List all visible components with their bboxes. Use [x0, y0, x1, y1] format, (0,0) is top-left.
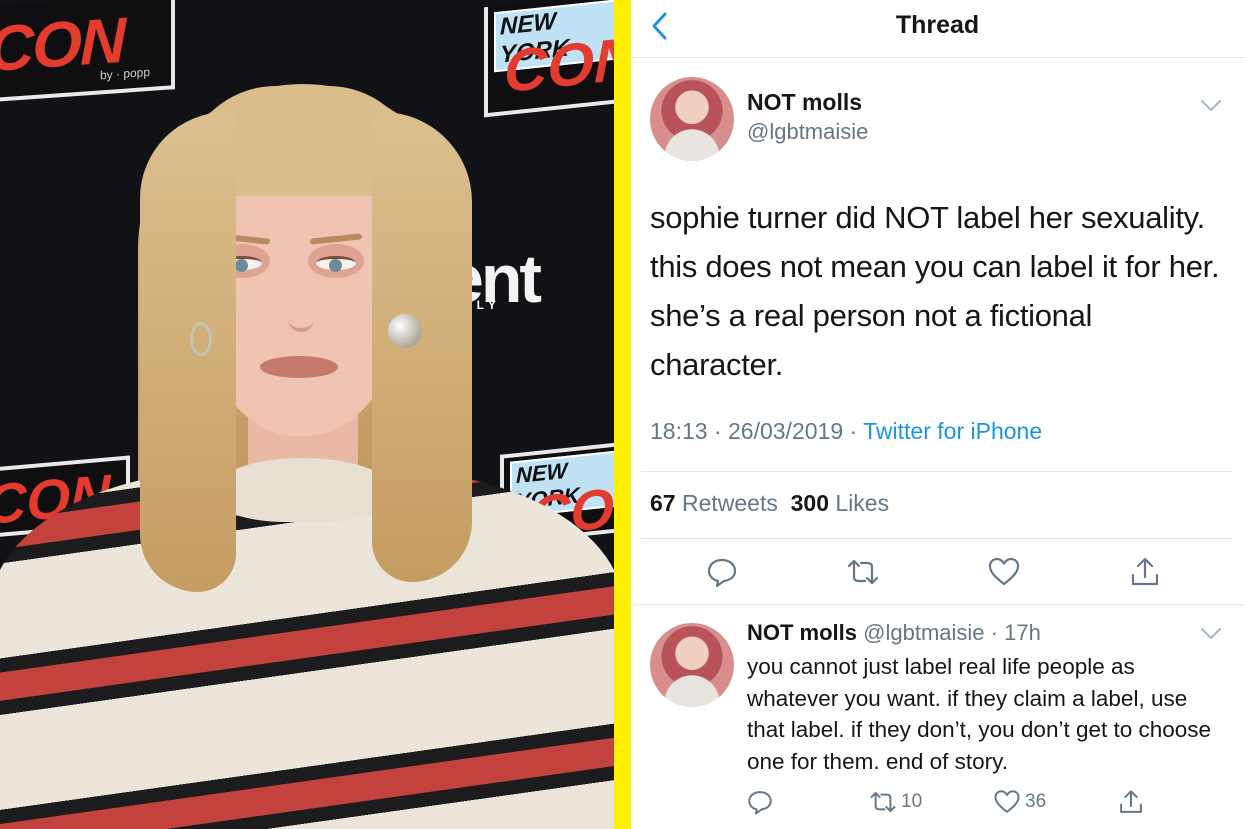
- tweet-text: sophie turner did NOT label her sexualit…: [650, 200, 1220, 382]
- divider: [631, 604, 1244, 605]
- hair-right: [372, 112, 472, 582]
- share-icon: [1120, 790, 1142, 813]
- reply-author-handle[interactable]: @lgbtmaisie: [863, 620, 984, 645]
- striped-sweater: [0, 470, 614, 829]
- retweet-icon[interactable]: [846, 555, 880, 589]
- divider: [641, 538, 1233, 539]
- reply-reply-button[interactable]: [746, 787, 774, 817]
- nav-bar: Thread: [631, 0, 1244, 58]
- reply-avatar[interactable]: [650, 623, 734, 707]
- chevron-down-icon[interactable]: [1200, 627, 1222, 641]
- reply-share-button[interactable]: [1117, 787, 1145, 817]
- reply-like-button[interactable]: 36: [993, 787, 1046, 817]
- chevron-down-icon[interactable]: [1200, 99, 1222, 113]
- like-icon[interactable]: [987, 555, 1021, 589]
- likes-label[interactable]: Likes: [835, 490, 889, 516]
- reply-retweet-button[interactable]: 10: [869, 787, 922, 817]
- tweet-stats: 67 Retweets 300 Likes: [650, 490, 889, 517]
- retweet-icon: [870, 791, 896, 813]
- eyebrow: [309, 233, 363, 245]
- nycc-logo-top-right: NEW YORK CON: [484, 0, 614, 118]
- sweater-collar: [214, 458, 392, 522]
- reply-icon[interactable]: [705, 555, 739, 589]
- hair-left: [140, 112, 236, 592]
- hoop-earring: [190, 322, 212, 356]
- lips: [260, 356, 338, 378]
- sophie-turner-photo: CON by · popp NEW YORK CON CON NEW YORK …: [0, 0, 614, 829]
- reply-text: you cannot just label real life people a…: [747, 654, 1212, 774]
- reply-like-count: 36: [1025, 791, 1047, 812]
- yellow-divider: [614, 0, 631, 829]
- reply-timestamp: · 17h: [990, 620, 1041, 645]
- author-handle[interactable]: @lgbtmaisie: [747, 119, 868, 145]
- tweet-timestamp: 18:13 · 26/03/2019 ·: [650, 418, 864, 444]
- page-title: Thread: [895, 11, 980, 39]
- like-icon: [994, 790, 1020, 813]
- reply-author-name[interactable]: NOT molls: [747, 620, 857, 645]
- author-name[interactable]: NOT molls: [747, 89, 862, 116]
- tweet-meta: 18:13 · 26/03/2019 · Twitter for iPhone: [650, 418, 1042, 445]
- retweets-label[interactable]: Retweets: [682, 490, 778, 516]
- reply-retweet-count: 10: [901, 791, 923, 812]
- tweet-source-link[interactable]: Twitter for iPhone: [863, 418, 1042, 444]
- reply-header: NOT molls @lgbtmaisie · 17h: [747, 620, 1041, 646]
- eye: [316, 256, 356, 272]
- nose: [288, 296, 314, 332]
- divider: [641, 471, 1233, 472]
- share-icon[interactable]: [1128, 555, 1162, 589]
- twitter-thread-panel: Thread NOT molls @lgbtmaisie sophie turn…: [631, 0, 1244, 829]
- nycc-logo-top-left: CON by · popp: [0, 0, 175, 103]
- reply-icon: [748, 791, 772, 815]
- retweets-count[interactable]: 67: [650, 490, 676, 516]
- earring: [388, 314, 422, 348]
- likes-count[interactable]: 300: [791, 490, 829, 516]
- avatar[interactable]: [650, 77, 734, 161]
